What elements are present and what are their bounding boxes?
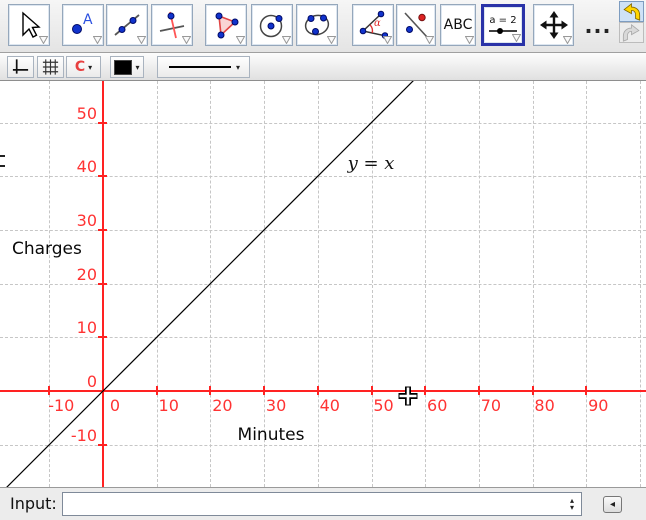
x-axis-number: 90: [588, 396, 608, 415]
chevron-down-icon: ▾: [88, 63, 92, 72]
input-label: Input:: [10, 488, 57, 520]
tool-dropdown-arrow[interactable]: [512, 34, 521, 42]
y-axis-number: 50: [39, 104, 97, 123]
curve-equation-label: y = x: [348, 153, 395, 174]
graphics-view[interactable]: -10 0 10 20 30 40 50 60 70 80 90 -10 0 10 20 30 40 50 Cha…: [0, 81, 646, 487]
left-triangle-icon: ◂: [610, 499, 615, 510]
spinner-down-icon[interactable]: ▾: [570, 504, 574, 511]
x-axis-number: 70: [481, 396, 501, 415]
pane-splitter-handle[interactable]: [0, 155, 5, 167]
x-axis-number: 0: [110, 396, 120, 415]
x-axis-number: 60: [427, 396, 447, 415]
y-axis-number: 10: [39, 318, 97, 337]
tool-dropdown-arrow[interactable]: [383, 36, 392, 44]
y-axis-title: Charges: [12, 239, 82, 259]
style-bar: C ▾ ▾ ▾: [0, 53, 646, 81]
tool-perpendicular-line-button[interactable]: [151, 4, 193, 46]
undo-button[interactable]: [619, 1, 644, 22]
chevron-down-icon: ▾: [135, 63, 139, 72]
x-axis-number: 20: [212, 396, 232, 415]
input-history-spinner[interactable]: ▴ ▾: [566, 494, 578, 514]
color-picker-button[interactable]: ▾: [110, 56, 144, 78]
tool-new-point-button[interactable]: A: [62, 4, 104, 46]
tool-slider-button[interactable]: a = 2: [481, 4, 525, 46]
tool-circle-button[interactable]: [251, 4, 293, 46]
more-tools-button[interactable]: ...: [584, 14, 612, 40]
axes-icon: [11, 57, 30, 77]
magnet-icon: C: [75, 60, 85, 74]
tool-move-pointer-button[interactable]: [8, 4, 50, 46]
svg-text:A: A: [83, 12, 93, 28]
y-axis-number: 30: [39, 211, 97, 230]
undo-icon: [621, 3, 642, 21]
tool-reflect-button[interactable]: [396, 4, 436, 46]
grid-icon: [41, 57, 60, 77]
toolbar: A: [0, 0, 646, 53]
tool-conic-button[interactable]: [296, 4, 338, 46]
geogebra-window: A: [0, 0, 646, 520]
x-axis-number: -10: [48, 396, 74, 415]
y-axis-number: 0: [39, 372, 97, 391]
redo-button[interactable]: [619, 22, 644, 43]
x-axis-number: 80: [534, 396, 554, 415]
input-help-toggle-button[interactable]: ◂: [603, 496, 622, 513]
tool-dropdown-arrow[interactable]: [182, 36, 191, 44]
line-style-icon: [167, 64, 233, 70]
tool-dropdown-arrow[interactable]: [93, 36, 102, 44]
y-axis-number: 20: [39, 265, 97, 284]
tool-line-button[interactable]: [106, 4, 148, 46]
x-axis-title: Minutes: [238, 425, 305, 445]
toggle-axes-button[interactable]: [7, 56, 34, 78]
tool-dropdown-arrow[interactable]: [563, 36, 572, 44]
tool-polygon-button[interactable]: [205, 4, 247, 46]
move-crosshair-cursor: [397, 385, 419, 407]
tool-dropdown-arrow[interactable]: [465, 36, 474, 44]
line-style-button[interactable]: ▾: [157, 56, 250, 78]
text-tool-label: ABC: [444, 17, 473, 33]
x-axis-number: 40: [320, 396, 340, 415]
slider-tool-label: a = 2: [489, 15, 516, 26]
command-input[interactable]: [62, 492, 582, 516]
tool-text-button[interactable]: ABC: [440, 4, 476, 46]
y-axis-number: -10: [39, 426, 97, 445]
input-bar: Input: ▴ ▾ ◂: [0, 487, 646, 520]
svg-text:α: α: [374, 18, 381, 29]
tool-dropdown-arrow[interactable]: [137, 36, 146, 44]
tool-dropdown-arrow[interactable]: [39, 36, 48, 44]
x-axis-number: 10: [159, 396, 179, 415]
redo-icon: [621, 24, 642, 42]
color-swatch: [114, 60, 132, 75]
tool-move-view-button[interactable]: [533, 4, 574, 46]
tool-dropdown-arrow[interactable]: [327, 36, 336, 44]
x-axis-number: 30: [266, 396, 286, 415]
x-axis-number: 50: [373, 396, 393, 415]
y-axis-number: 40: [39, 157, 97, 176]
tool-dropdown-arrow[interactable]: [282, 36, 291, 44]
tool-dropdown-arrow[interactable]: [236, 36, 245, 44]
chevron-down-icon: ▾: [236, 63, 240, 72]
toggle-grid-button[interactable]: [37, 56, 64, 78]
point-capturing-button[interactable]: C ▾: [66, 56, 101, 78]
tool-angle-button[interactable]: α: [352, 4, 394, 46]
tool-dropdown-arrow[interactable]: [425, 36, 434, 44]
slider-icon: a = 2: [487, 15, 519, 36]
